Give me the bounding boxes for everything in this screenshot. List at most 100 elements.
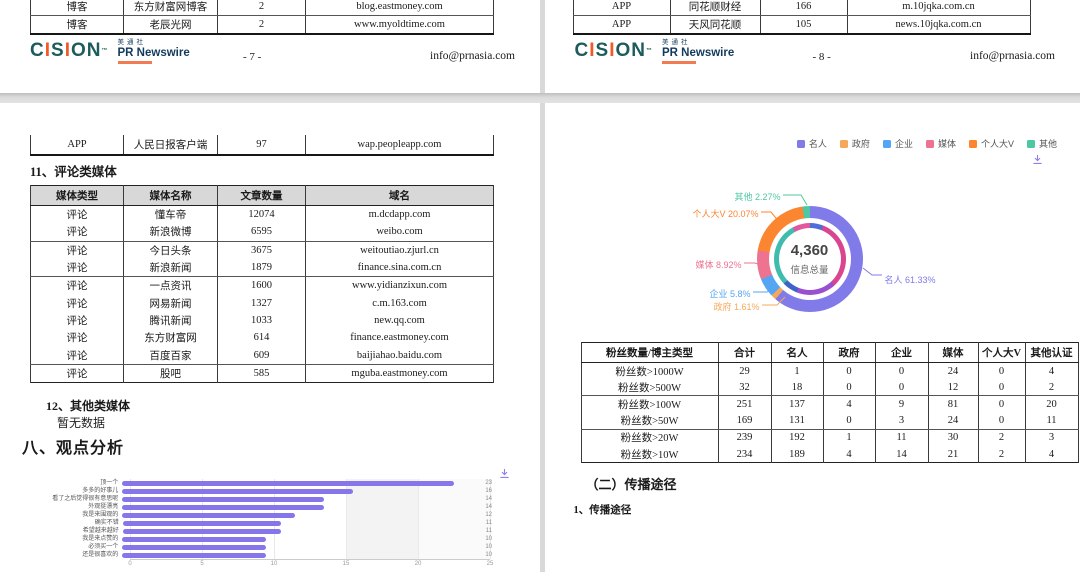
bar[interactable] [123, 529, 281, 534]
legend-label: 其他 [1039, 137, 1057, 150]
legend-item[interactable]: 企业 [883, 137, 913, 150]
bar-track [123, 529, 483, 534]
table-cell: 新浪微博 [124, 223, 218, 241]
table-cell: wap.peopleapp.com [306, 135, 494, 155]
logo-accent-bar [662, 61, 696, 64]
legend-item[interactable]: 政府 [840, 137, 870, 150]
table-row: 评论懂车帝12074m.dcdapp.com [31, 206, 494, 224]
fans-count-table: 粉丝数量/博主类型合计名人政府企业媒体个人大V其他认证粉丝数>1000W2910… [581, 342, 1079, 463]
legend-item[interactable]: 媒体 [926, 137, 956, 150]
legend-swatch [883, 140, 891, 148]
table-cell: 30 [928, 429, 978, 446]
table-cell: 0 [978, 379, 1025, 396]
logo-secondary-label: PR Newswire [662, 48, 734, 60]
bar[interactable] [122, 489, 352, 494]
table-cell: 1600 [218, 277, 306, 295]
page-9-right: 名人政府企业 媒体 个人大V 其他 4,360 信息总量 [545, 103, 1080, 572]
table-cell: 2 [978, 446, 1025, 463]
bar[interactable] [122, 537, 266, 542]
legend-label: 个人大V [981, 137, 1014, 150]
table-cell: 评论 [31, 346, 124, 364]
page-9-left: APP人民日报客户端97wap.peopleapp.com 11、评论类媒体 媒… [0, 103, 540, 572]
table-cell: blog.eastmoney.com [306, 0, 494, 16]
table-cell: 评论 [31, 241, 124, 259]
table-cell: 1033 [218, 312, 306, 329]
contact-email[interactable]: info@prnasia.com [970, 50, 1055, 62]
table-cell: 166 [760, 0, 847, 16]
table-cell: 0 [823, 363, 875, 380]
table-cell: 粉丝数>500W [581, 379, 718, 396]
bar[interactable] [122, 553, 266, 558]
table-cell: 天风同花顺 [670, 16, 760, 35]
table-row: 评论新浪微博6595weibo.com [31, 223, 494, 241]
table-cell: 评论 [31, 259, 124, 277]
blogger-type-donut-chart[interactable]: 4,360 信息总量 [757, 206, 863, 312]
table-cell: 2 [218, 0, 306, 16]
legend-item[interactable]: 其他 [1027, 137, 1057, 150]
column-header: 粉丝数量/博主类型 [581, 343, 718, 363]
table-cell: weitoutiao.zjurl.cn [306, 241, 494, 259]
table-row: 评论东方财富网614finance.eastmoney.com [31, 329, 494, 346]
column-header: 其他认证 [1025, 343, 1078, 363]
blog-media-table: 博客东方财富网博客2blog.eastmoney.com博客老辰光网2www.m… [30, 0, 494, 35]
table-row: APP人民日报客户端97wap.peopleapp.com [31, 135, 494, 155]
table-row: 评论百度百家609baijiahao.baidu.com [31, 346, 494, 364]
table-cell: 人民日报客户端 [124, 135, 218, 155]
bar-row: 我是来点赞的10 [30, 535, 492, 543]
table-row: APP同花顺财经166m.10jqka.com.cn [573, 0, 1030, 16]
table-row: 博客东方财富网博客2blog.eastmoney.com [31, 0, 494, 16]
x-axis-ticks: 0510152025 [130, 561, 490, 569]
legend-label: 媒体 [938, 137, 956, 150]
table-cell: 6595 [218, 223, 306, 241]
legend-item[interactable]: 名人 [797, 137, 827, 150]
table-cell: 2 [978, 429, 1025, 446]
page-footer: CISION™ 美通社 PR Newswire - 7 - info@prnas… [30, 38, 515, 80]
table-cell: c.m.163.com [306, 294, 494, 311]
table-row: 评论新浪新闻1879finance.sina.com.cn [31, 259, 494, 277]
download-icon[interactable] [1032, 154, 1043, 165]
bar-category-label: 确实不错 [30, 519, 123, 527]
table-cell: 3 [875, 413, 928, 430]
bar[interactable] [122, 513, 295, 518]
legend-swatch [969, 140, 977, 148]
subsection-1-title: 1、传播途径 [574, 502, 632, 517]
bar-track [122, 553, 482, 558]
table-row: 评论一点资讯1600www.yidianzixun.com [31, 277, 494, 295]
table-cell: 老辰光网 [124, 16, 218, 35]
bar-value-label: 14 [485, 495, 492, 503]
x-tick-label: 25 [487, 561, 494, 567]
bar[interactable] [122, 545, 266, 550]
bar[interactable] [122, 497, 324, 502]
bar[interactable] [123, 521, 281, 526]
table-cell: 1327 [218, 294, 306, 311]
table-cell: 评论 [31, 206, 124, 224]
table-cell: 1 [823, 429, 875, 446]
x-tick-label: 0 [128, 561, 131, 567]
table-row: 评论今日头条3675weitoutiao.zjurl.cn [31, 241, 494, 259]
bar-value-label: 12 [485, 511, 492, 519]
bar[interactable] [122, 505, 324, 510]
donut-inner-ring: 4,360 信息总量 [774, 223, 846, 295]
table-cell: finance.sina.com.cn [306, 259, 494, 277]
table-cell: 11 [875, 429, 928, 446]
bar-category-label: 顶一个 [30, 479, 122, 487]
table-row: 粉丝数>1000W291002404 [581, 363, 1078, 380]
table-cell: 0 [978, 413, 1025, 430]
cision-logo: CISION™ 美通社 PR Newswire [575, 40, 735, 64]
table-cell: 11 [1025, 413, 1078, 430]
contact-email[interactable]: info@prnasia.com [430, 50, 515, 62]
download-icon[interactable] [499, 468, 510, 479]
bar-category-label: 我是来点赞的 [30, 535, 122, 543]
table-cell: 今日头条 [124, 241, 218, 259]
bar[interactable] [122, 481, 453, 486]
table-cell: www.yidianzixun.com [306, 277, 494, 295]
bar-row: 希望越来越好11 [30, 527, 492, 535]
table-cell: 32 [718, 379, 771, 396]
table-cell: 腾讯新闻 [124, 312, 218, 329]
table-cell: baijiahao.baidu.com [306, 346, 494, 364]
table-cell: 评论 [31, 294, 124, 311]
table-cell: 29 [718, 363, 771, 380]
table-cell: 新浪新闻 [124, 259, 218, 277]
legend-item[interactable]: 个人大V [969, 137, 1014, 150]
table-cell: finance.eastmoney.com [306, 329, 494, 346]
